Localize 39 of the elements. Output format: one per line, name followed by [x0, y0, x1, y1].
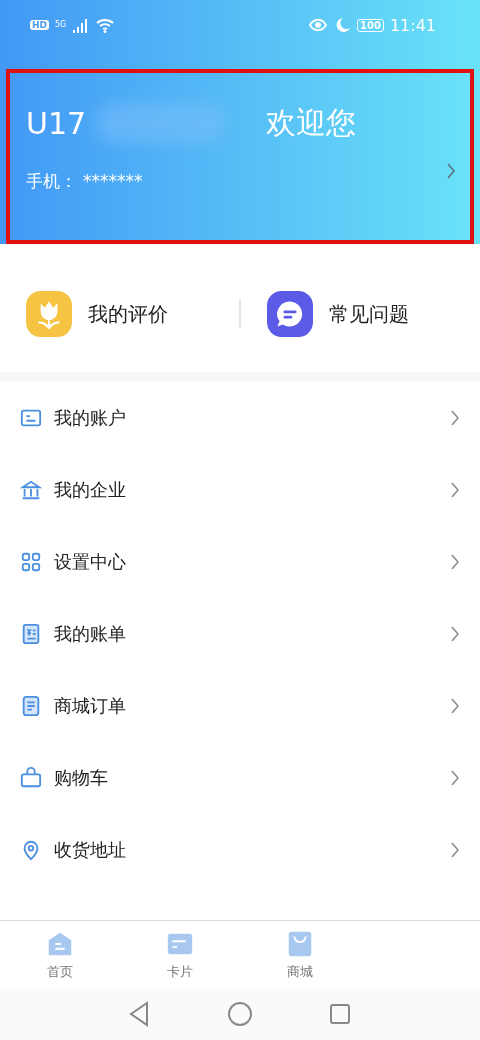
chevron-right-icon — [450, 409, 460, 427]
shortcut-label[interactable]: 我的评价 — [88, 300, 168, 328]
tab-bar-item[interactable]: 首页 — [0, 921, 120, 989]
chevron-right-icon — [450, 553, 460, 571]
hd-badge: HD — [30, 20, 49, 31]
battery-indicator: 100 — [357, 18, 384, 32]
menu-item[interactable]: 商城订单 — [54, 694, 438, 718]
menu-item[interactable]: 设置中心 — [54, 550, 438, 574]
tab-bar-item[interactable]: 卡片 — [120, 921, 240, 989]
menu-item[interactable]: 收货地址 — [54, 838, 438, 862]
phone-number: ******* — [83, 171, 143, 192]
menu-item[interactable]: 购物车 — [54, 766, 438, 790]
wifi-icon — [96, 17, 115, 34]
chevron-right-icon — [450, 841, 460, 859]
menu-item[interactable]: 我的账单 — [54, 622, 438, 646]
tab-bar-item[interactable]: 商城 — [240, 921, 360, 989]
chevron-right-icon — [450, 697, 460, 715]
bank-icon — [20, 479, 42, 501]
username: U17 — [26, 105, 87, 141]
shortcut-label[interactable]: 常见问题 — [329, 300, 409, 328]
clock: 11:41 — [389, 15, 436, 35]
bill-icon — [20, 623, 42, 645]
greeting: 欢迎您 — [266, 103, 357, 142]
chevron-right-icon — [450, 769, 460, 787]
chat-bubble-icon — [267, 291, 313, 337]
eye-icon — [309, 17, 327, 34]
chevron-right-icon — [446, 162, 456, 181]
phone-label: 手机： — [26, 169, 77, 193]
home-button-icon[interactable] — [225, 999, 255, 1029]
bag-icon — [20, 767, 42, 789]
tulip-icon — [26, 291, 72, 337]
menu-item[interactable]: 我的企业 — [54, 478, 438, 502]
menu-item[interactable]: 我的账户 — [54, 406, 438, 430]
wallet-icon — [20, 407, 42, 429]
chevron-right-icon — [450, 481, 460, 499]
chevron-right-icon — [450, 625, 460, 643]
grid-icon — [20, 551, 42, 573]
document-icon — [20, 695, 42, 717]
network-type: 5G — [55, 20, 67, 29]
